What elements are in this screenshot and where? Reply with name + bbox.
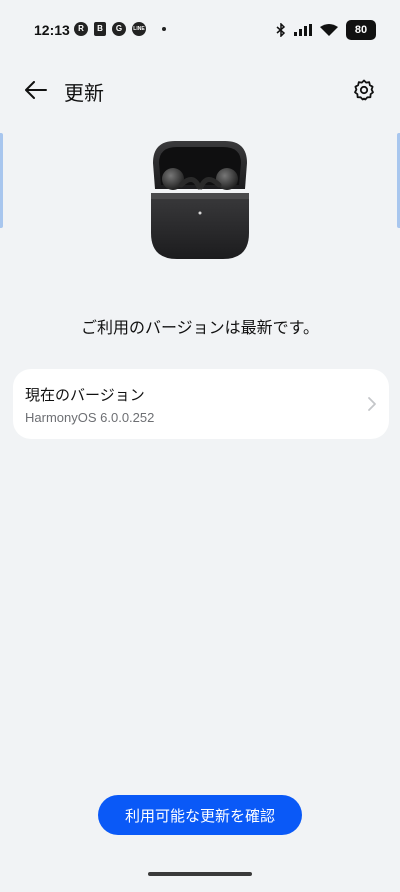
signal-icon [294, 24, 312, 36]
settings-button[interactable] [350, 76, 378, 104]
more-notifications-dot [162, 27, 166, 31]
version-label: 現在のバージョン [25, 386, 145, 404]
home-indicator[interactable] [148, 872, 252, 876]
up-to-date-message: ご利用のバージョンは最新です。 [80, 318, 320, 337]
earbuds-case-image [151, 141, 249, 259]
g-app-icon: G [112, 22, 126, 36]
r-app-icon: R [74, 22, 88, 36]
bluetooth-icon [276, 23, 286, 37]
wifi-icon [320, 23, 338, 36]
version-value: HarmonyOS 6.0.0.252 [25, 410, 155, 425]
back-arrow-icon [25, 81, 47, 99]
gear-icon [354, 79, 374, 101]
left-edge-indicator [0, 133, 3, 228]
page-title: 更新 [64, 81, 104, 105]
b-app-icon: B [94, 22, 106, 36]
battery-icon: 80 [346, 20, 376, 40]
notification-icons: R B G LINE [74, 22, 166, 36]
current-version-card[interactable]: 現在のバージョン HarmonyOS 6.0.0.252 [13, 369, 389, 439]
line-app-icon: LINE [132, 22, 146, 36]
back-button[interactable] [22, 76, 50, 104]
system-status-icons: 80 [276, 20, 376, 40]
status-bar: 12:13 R B G LINE 80 [0, 0, 400, 64]
check-for-updates-button[interactable]: 利用可能な更新を確認 [98, 795, 302, 835]
status-time: 12:13 [34, 22, 70, 38]
chevron-right-icon [368, 397, 376, 411]
